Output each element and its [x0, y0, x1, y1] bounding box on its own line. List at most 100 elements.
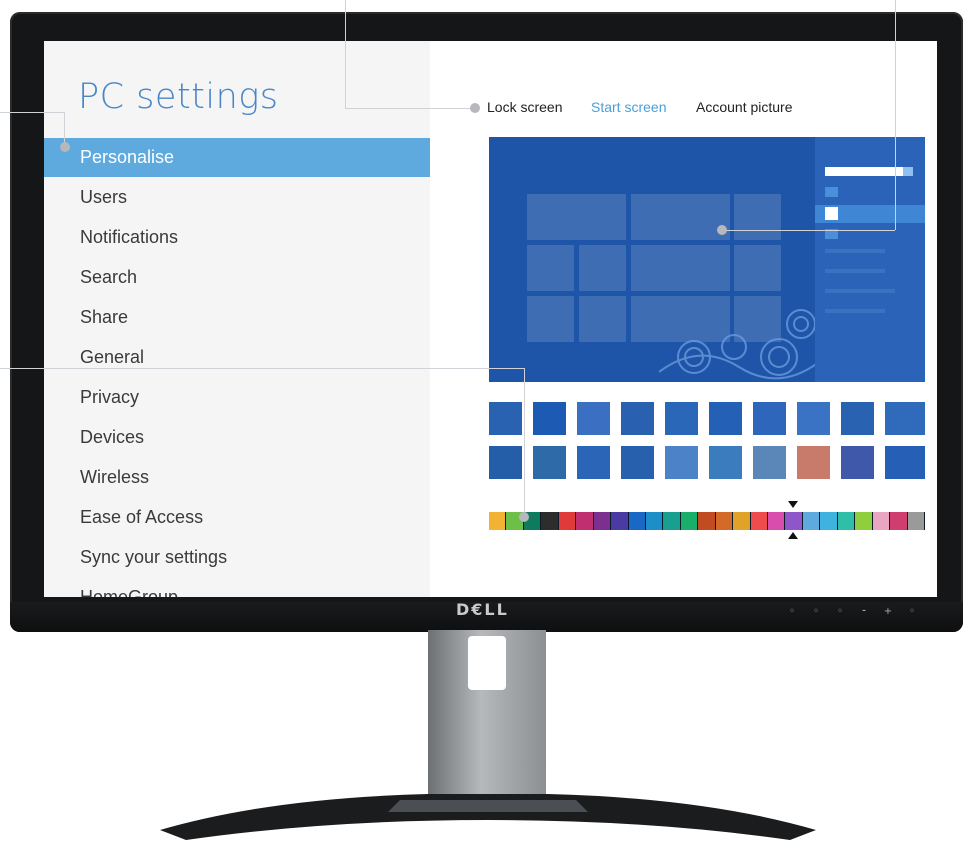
screen: PC settings Personalise Users Notificati…	[44, 41, 937, 597]
monitor-button-icon[interactable]: ⁃	[859, 607, 869, 617]
pattern-thumbnail[interactable]	[885, 446, 925, 479]
nav-item-label: Personalise	[80, 147, 175, 167]
callout-line	[345, 108, 473, 109]
preview-tile	[579, 296, 626, 342]
pattern-thumbnail[interactable]	[621, 402, 654, 435]
pattern-thumbnail[interactable]	[841, 402, 874, 435]
pattern-thumbnail[interactable]	[885, 402, 925, 435]
color-swatch[interactable]	[785, 512, 803, 530]
nav-item-label: Search	[80, 267, 138, 287]
color-swatch[interactable]	[680, 512, 699, 530]
callout-dot	[519, 512, 529, 522]
monitor-button-icon[interactable]: +	[883, 607, 893, 617]
color-swatch-bar[interactable]	[489, 512, 925, 530]
color-swatch[interactable]	[820, 512, 838, 530]
color-swatch[interactable]	[890, 512, 908, 530]
color-swatch[interactable]	[576, 512, 594, 530]
pattern-thumbnail[interactable]	[797, 402, 830, 435]
monitor-power-icon[interactable]: ◦	[907, 607, 917, 617]
pattern-thumbnail[interactable]	[577, 402, 610, 435]
nav-item-label: HomeGroup	[80, 587, 179, 597]
callout-line	[0, 112, 64, 113]
selected-color-indicator-top	[788, 501, 798, 508]
pattern-thumbnail[interactable]	[489, 446, 522, 479]
swirl-pattern-icon	[659, 309, 819, 380]
pattern-thumbnail[interactable]	[665, 402, 698, 435]
preview-selected-square	[825, 207, 838, 220]
color-swatch[interactable]	[645, 512, 664, 530]
pattern-thumbnail[interactable]	[753, 402, 786, 435]
pattern-thumbnail[interactable]	[665, 446, 698, 479]
pattern-thumbnail[interactable]	[709, 446, 742, 479]
nav-item-homegroup[interactable]: HomeGroup	[44, 578, 430, 597]
monitor-stand-cable-hole	[468, 636, 506, 690]
monitor-button-icon[interactable]: ◦	[787, 607, 797, 617]
monitor-stand-base	[160, 794, 816, 840]
pattern-thumbnail[interactable]	[841, 446, 874, 479]
color-swatch[interactable]	[907, 512, 925, 530]
preview-row	[825, 309, 885, 313]
nav-item-personalise[interactable]: Personalise	[44, 138, 430, 177]
color-swatch[interactable]	[593, 512, 612, 530]
pattern-thumbnail[interactable]	[797, 446, 830, 479]
callout-dot	[60, 142, 70, 152]
preview-row	[825, 289, 895, 293]
preview-search-box	[825, 167, 903, 176]
color-swatch[interactable]	[541, 512, 559, 530]
color-swatch[interactable]	[837, 512, 856, 530]
pattern-thumbnail[interactable]	[577, 446, 610, 479]
nav-item-general[interactable]: General	[44, 338, 430, 377]
color-swatch[interactable]	[768, 512, 786, 530]
brand-logo: D€LL	[456, 600, 509, 619]
color-swatch[interactable]	[872, 512, 891, 530]
color-swatch[interactable]	[750, 512, 768, 530]
color-swatch[interactable]	[489, 512, 507, 530]
pattern-thumbnail[interactable]	[489, 402, 522, 435]
nav-item-wireless[interactable]: Wireless	[44, 458, 430, 497]
monitor-button-icon[interactable]: ◦	[811, 607, 821, 617]
nav-item-label: Devices	[80, 427, 145, 447]
color-swatch[interactable]	[802, 512, 821, 530]
nav-item-label: Privacy	[80, 387, 140, 407]
pattern-thumbnail[interactable]	[753, 446, 786, 479]
tab-account-picture[interactable]: Account picture	[696, 99, 793, 115]
color-swatch[interactable]	[663, 512, 681, 530]
nav-item-label: Ease of Access	[80, 507, 204, 527]
pattern-thumbnail[interactable]	[533, 402, 566, 435]
callout-line	[722, 230, 895, 231]
color-swatch[interactable]	[715, 512, 734, 530]
color-swatch[interactable]	[733, 512, 751, 530]
nav-item-label: Wireless	[80, 467, 150, 487]
nav-item-label: Sync your settings	[80, 547, 228, 567]
start-screen-preview	[489, 137, 925, 382]
callout-line	[524, 368, 525, 516]
preview-tile	[631, 194, 730, 240]
color-swatch[interactable]	[558, 512, 577, 530]
callout-line	[0, 368, 524, 369]
pattern-thumbnail[interactable]	[533, 446, 566, 479]
pattern-thumbnail[interactable]	[621, 446, 654, 479]
nav-item-search[interactable]: Search	[44, 258, 430, 297]
color-swatch[interactable]	[698, 512, 716, 530]
nav-item-label: Notifications	[80, 227, 179, 247]
preview-row	[825, 269, 885, 273]
nav-item-devices[interactable]: Devices	[44, 418, 430, 457]
monitor-button-icon[interactable]: ◦	[835, 607, 845, 617]
page-title: PC settings	[78, 77, 279, 117]
preview-tile	[734, 245, 781, 291]
nav-item-ease-of-access[interactable]: Ease of Access	[44, 498, 430, 537]
callout-dot	[717, 225, 727, 235]
color-swatch[interactable]	[628, 512, 646, 530]
nav-item-sync-settings[interactable]: Sync your settings	[44, 538, 430, 577]
tab-lock-screen[interactable]: Lock screen	[487, 99, 562, 115]
nav-item-notifications[interactable]: Notifications	[44, 218, 430, 257]
color-swatch[interactable]	[855, 512, 873, 530]
preview-settings-pane	[815, 137, 925, 382]
tab-start-screen[interactable]: Start screen	[591, 99, 666, 115]
nav-item-privacy[interactable]: Privacy	[44, 378, 430, 417]
nav-item-users[interactable]: Users	[44, 178, 430, 217]
pattern-thumbnail[interactable]	[709, 402, 742, 435]
nav-item-share[interactable]: Share	[44, 298, 430, 337]
nav-item-label: Share	[80, 307, 129, 327]
color-swatch[interactable]	[611, 512, 629, 530]
